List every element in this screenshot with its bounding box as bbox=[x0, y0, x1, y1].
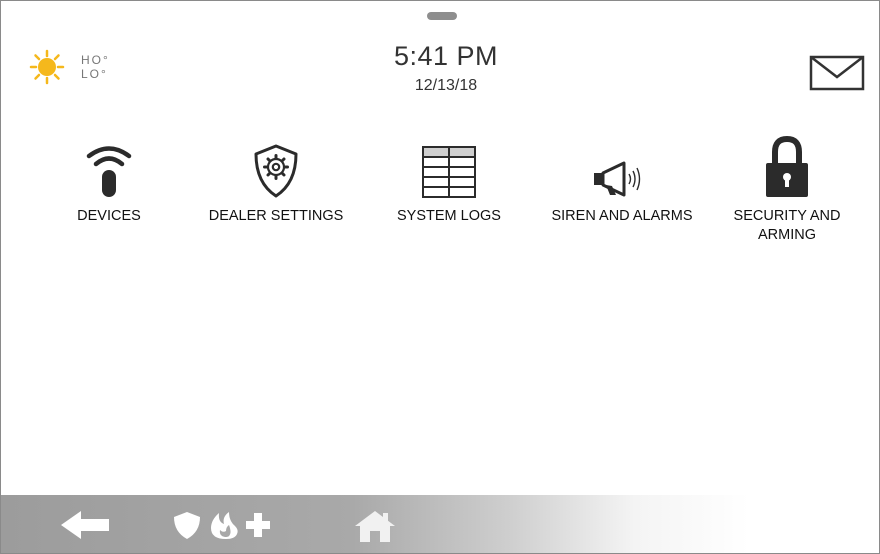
flame-icon bbox=[211, 512, 238, 539]
pull-down-handle[interactable] bbox=[427, 12, 457, 20]
back-arrow-icon[interactable] bbox=[59, 509, 115, 541]
current-date: 12/13/18 bbox=[414, 77, 478, 94]
megaphone-icon bbox=[594, 161, 641, 197]
panel-screen: HO° LO° 5:41 PM 12/13/18 DEVICES DEALER … bbox=[0, 0, 880, 554]
home-icon[interactable] bbox=[353, 509, 397, 543]
tile-label: SECURITY AND ARMING bbox=[733, 208, 841, 243]
high-temp: HO° bbox=[81, 53, 110, 67]
tile-dealer-settings[interactable]: DEALER SETTINGS bbox=[196, 133, 356, 253]
tile-label: DEALER SETTINGS bbox=[208, 208, 344, 224]
tile-label: SIREN AND ALARMS bbox=[551, 208, 693, 224]
current-time: 5:41 PM bbox=[393, 41, 499, 71]
table-icon bbox=[422, 146, 476, 198]
envelope-icon[interactable] bbox=[809, 55, 865, 91]
emergency-button[interactable] bbox=[171, 509, 281, 541]
sun-icon bbox=[29, 49, 65, 85]
clock: 5:41 PM 12/13/18 bbox=[341, 41, 551, 95]
medical-cross-icon bbox=[246, 513, 270, 537]
tile-system-logs[interactable]: SYSTEM LOGS bbox=[369, 133, 529, 253]
temperature-readout: HO° LO° bbox=[81, 53, 110, 81]
tile-siren-and-alarms[interactable]: SIREN AND ALARMS bbox=[542, 133, 702, 253]
tile-devices[interactable]: DEVICES bbox=[29, 133, 189, 253]
bottom-navigation-bar bbox=[1, 495, 879, 553]
tile-label: DEVICES bbox=[77, 208, 141, 224]
tile-label: SYSTEM LOGS bbox=[397, 208, 501, 224]
weather-widget[interactable]: HO° LO° bbox=[29, 49, 149, 99]
tile-security-and-arming[interactable]: SECURITY AND ARMING bbox=[707, 133, 867, 253]
wifi-remote-icon bbox=[86, 146, 132, 197]
lock-icon bbox=[766, 135, 808, 197]
gear-shield-icon bbox=[254, 144, 298, 198]
shield-icon bbox=[174, 512, 200, 539]
low-temp: LO° bbox=[81, 67, 108, 81]
